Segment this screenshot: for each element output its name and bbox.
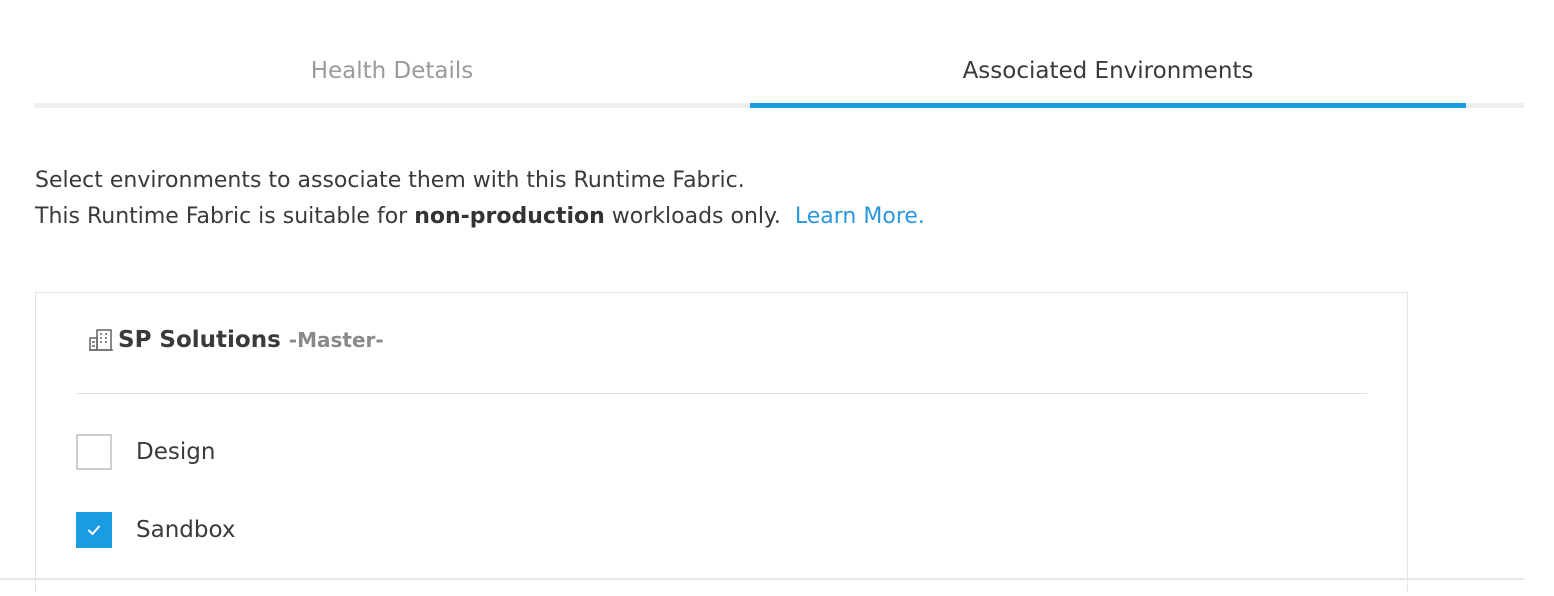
organization-name: SP Solutions xyxy=(118,327,281,353)
description-bold: non-production xyxy=(414,204,605,229)
building-icon xyxy=(88,327,114,353)
organization-header: SP Solutions -Master- xyxy=(88,327,384,353)
tab-associated-environments[interactable]: Associated Environments xyxy=(750,44,1466,108)
description-prefix: This Runtime Fabric is suitable for xyxy=(35,204,415,229)
checkmark-icon xyxy=(88,525,100,535)
organization-role: -Master- xyxy=(288,328,384,352)
divider xyxy=(76,393,1367,394)
environment-row-sandbox[interactable]: Sandbox xyxy=(76,512,235,548)
tab-bar: Health Details Associated Environments xyxy=(34,44,1524,108)
bottom-divider xyxy=(0,578,1524,580)
organization-panel: SP Solutions -Master- Design Sandbox xyxy=(35,292,1408,592)
description-suffix: workloads only. xyxy=(604,204,781,229)
design-checkbox[interactable] xyxy=(76,434,112,470)
tab-label: Health Details xyxy=(310,58,474,84)
environment-label: Design xyxy=(136,439,216,465)
description-line-2: This Runtime Fabric is suitable for non-… xyxy=(35,199,925,235)
tab-label: Associated Environments xyxy=(962,58,1254,84)
description: Select environments to associate them wi… xyxy=(35,163,925,235)
environment-label: Sandbox xyxy=(136,517,236,543)
associated-environments-page: Health Details Associated Environments S… xyxy=(0,0,1554,596)
learn-more-link[interactable]: Learn More. xyxy=(795,204,925,229)
environment-row-design[interactable]: Design xyxy=(76,434,215,470)
sandbox-checkbox[interactable] xyxy=(76,512,112,548)
description-line-1: Select environments to associate them wi… xyxy=(35,168,745,193)
tab-health-details[interactable]: Health Details xyxy=(34,44,750,108)
